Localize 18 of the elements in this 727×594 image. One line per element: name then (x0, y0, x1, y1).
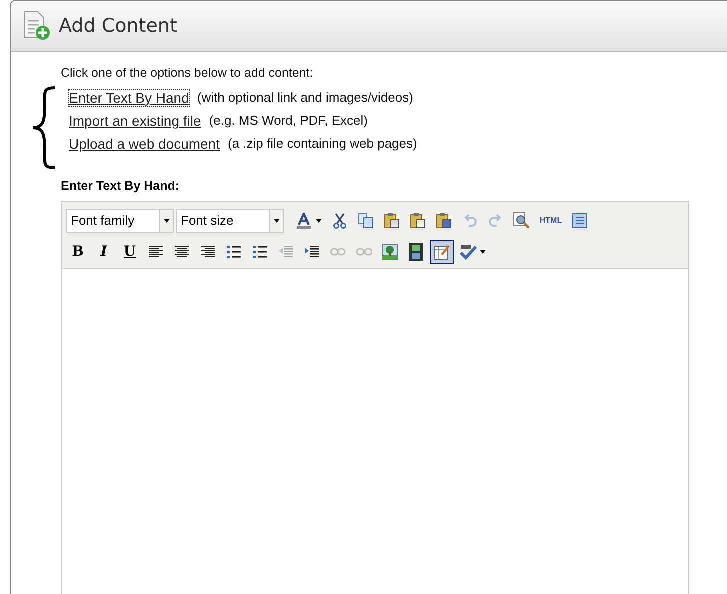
option-note: (e.g. MS Word, PDF, Excel) (209, 113, 368, 129)
caret-icon[interactable] (480, 250, 486, 254)
html-button[interactable]: HTML (536, 208, 566, 232)
option-link[interactable]: Upload a web document (69, 136, 220, 152)
panel-title: Add Content (59, 15, 178, 37)
underline-button[interactable]: U (118, 240, 142, 264)
italic-button[interactable]: I (92, 240, 116, 264)
caret-icon[interactable] (316, 218, 322, 222)
dropdown-field[interactable]: Font size (176, 208, 284, 232)
dropdown-field[interactable]: Font family (66, 208, 174, 232)
option-link[interactable]: Import an existing file (69, 113, 202, 129)
option-note: (a .zip file containing web pages) (228, 136, 418, 152)
editor-label: Enter Text By Hand: (61, 179, 181, 193)
option-note: (with optional link and images/videos) (197, 90, 414, 106)
table-pencil-icon[interactable] (430, 240, 454, 264)
option-link[interactable]: Enter Text By Hand (69, 90, 190, 106)
bold-button[interactable]: B (66, 240, 90, 264)
instruction-text: Click one of the options below to add content: (61, 66, 314, 80)
